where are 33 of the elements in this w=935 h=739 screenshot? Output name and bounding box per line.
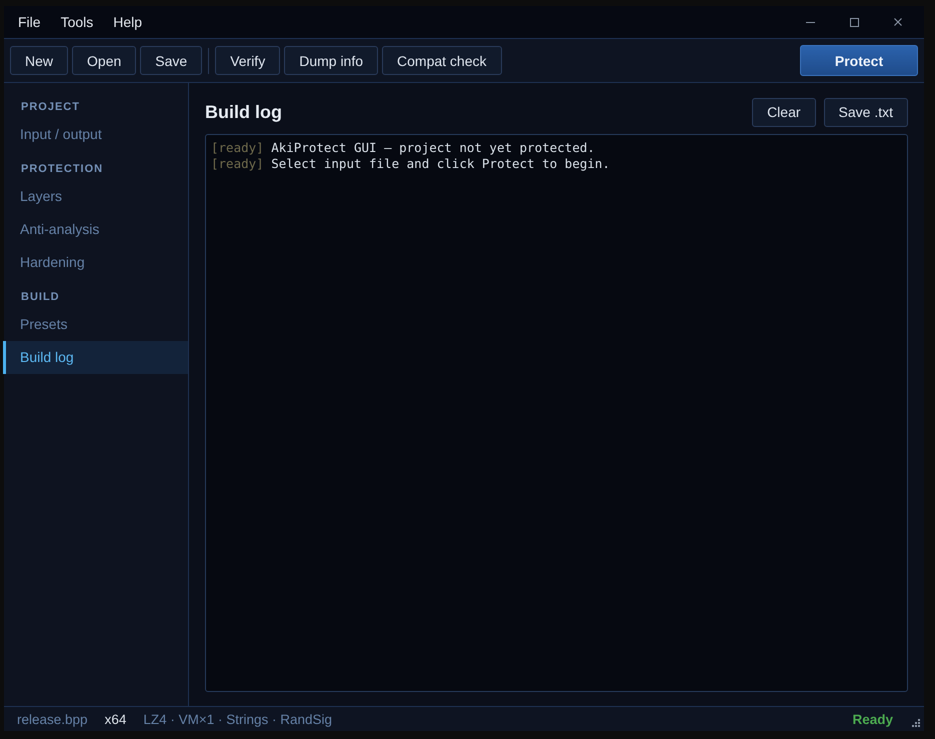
menu-item[interactable]: Help [113, 14, 142, 30]
status-text: Ready [852, 712, 893, 726]
protection-summary: LZ4 · VM×1 · Strings · RandSig [143, 712, 332, 726]
nav-item[interactable]: Hardening [3, 246, 188, 279]
menu-item[interactable]: Tools [60, 14, 94, 30]
log-message: AkiProtect GUI — project not yet protected. [271, 140, 595, 156]
section-heading: PROJECT [20, 100, 81, 115]
log-message: Select input file and click Protect to begin. [271, 156, 610, 172]
architecture-label: x64 [104, 712, 126, 726]
section-heading: PROTECTION [20, 162, 104, 177]
nav-item[interactable]: Layers [3, 180, 188, 213]
action-button[interactable]: Save .txt [824, 98, 908, 126]
nav-item[interactable]: Presets [3, 308, 188, 341]
nav-item[interactable]: Anti-analysis [3, 213, 188, 246]
toolbar-button[interactable]: Compat check [382, 46, 502, 75]
menu-item[interactable]: File [18, 14, 41, 30]
maximize-icon[interactable] [850, 18, 859, 26]
toolbar-button[interactable]: Save [140, 46, 202, 75]
file-name: release.bpp [17, 712, 88, 726]
nav-item[interactable]: Input / output [3, 118, 188, 151]
nav-item[interactable]: Build log [3, 341, 188, 374]
page-title: Build log [205, 102, 282, 122]
log-tag: [ready] [211, 156, 264, 172]
action-button[interactable]: Clear [752, 98, 816, 126]
toolbar-button[interactable]: Open [72, 46, 136, 75]
log-tag: [ready] [211, 140, 264, 156]
toolbar-button[interactable]: New [10, 46, 68, 75]
protect-button[interactable]: Protect [800, 45, 918, 76]
toolbar-button[interactable]: Dump info [284, 46, 378, 75]
section-heading: BUILD [20, 290, 61, 305]
toolbar-button[interactable]: Verify [215, 46, 280, 75]
resize-grip-icon[interactable] [912, 719, 920, 727]
close-icon[interactable] [894, 18, 902, 26]
